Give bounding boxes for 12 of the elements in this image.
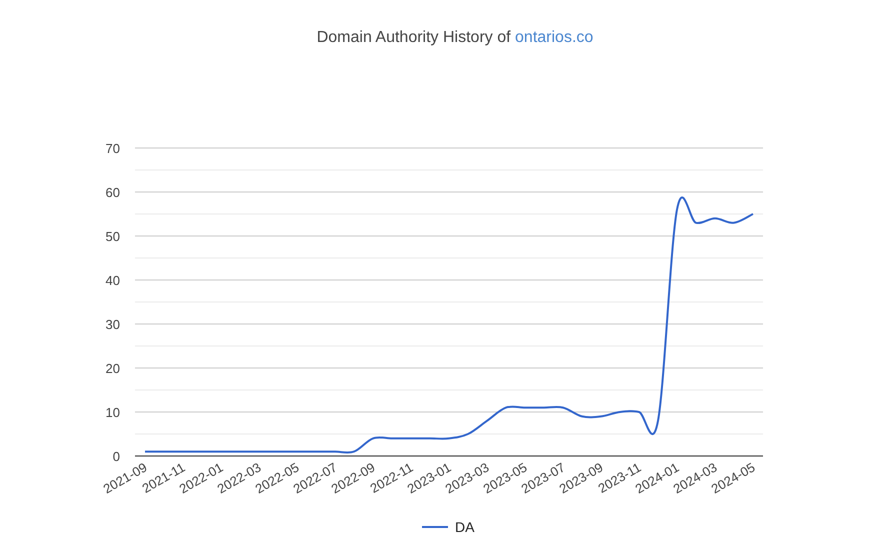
y-axis-label: 40: [106, 273, 120, 288]
y-axis-label: 50: [106, 229, 120, 244]
y-axis-label: 10: [106, 405, 120, 420]
y-axis-label: 30: [106, 317, 120, 332]
y-axis-label: 20: [106, 361, 120, 376]
legend-label: DA: [455, 519, 474, 535]
y-axis-label: 70: [106, 141, 120, 156]
domain-link[interactable]: ontarios.co: [515, 29, 594, 46]
y-axis-label: 60: [106, 185, 120, 200]
chart-title: Domain Authority History of ontarios.co: [316, 29, 594, 48]
legend-line: [422, 526, 448, 528]
y-axis-label: 0: [112, 449, 120, 464]
